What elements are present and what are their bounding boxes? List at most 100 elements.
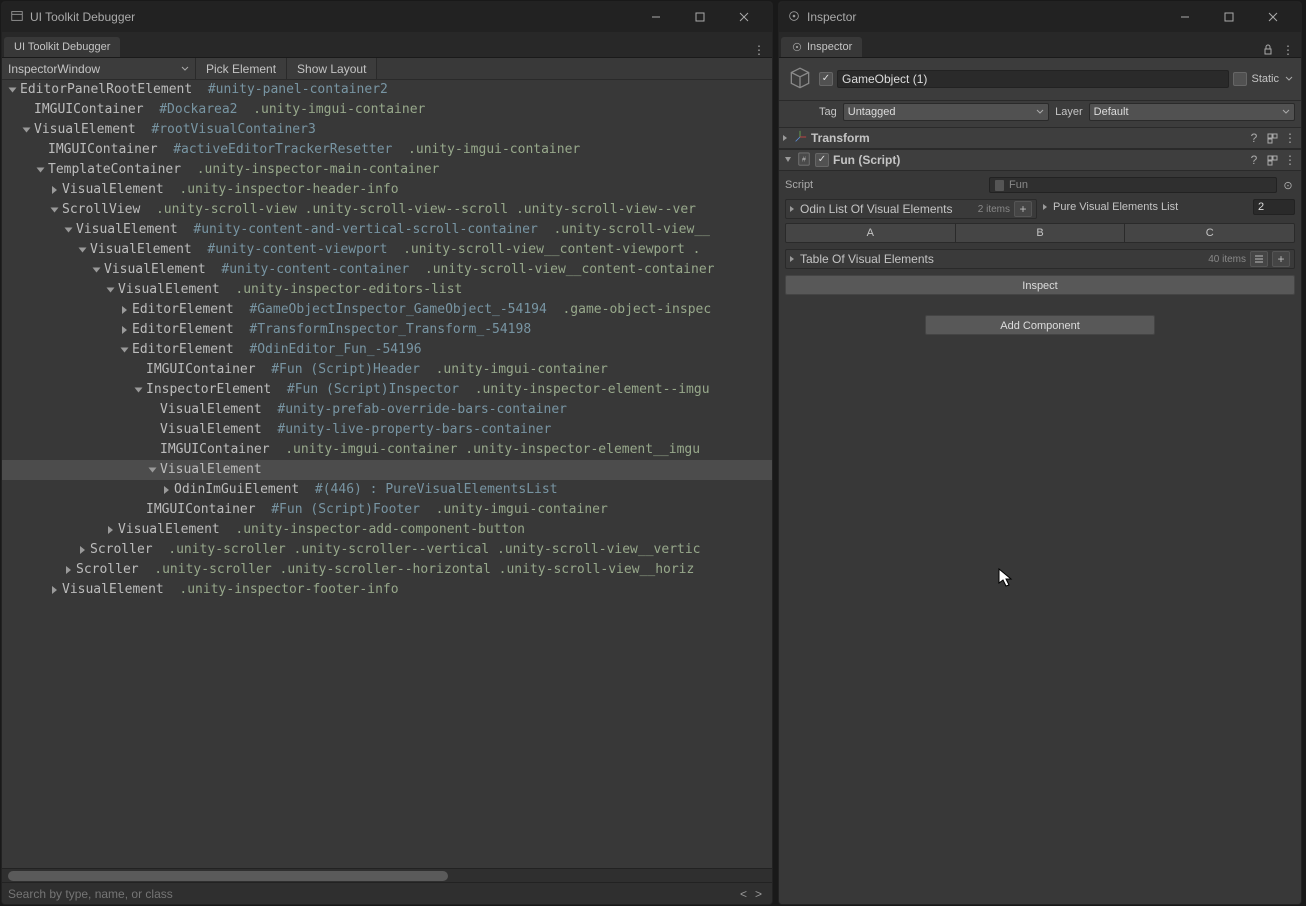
minimize-button[interactable] [636, 5, 676, 29]
add-component-button[interactable]: Add Component [925, 315, 1155, 335]
foldout-icon[interactable] [146, 464, 158, 476]
kebab-menu-icon[interactable]: ⋮ [752, 43, 766, 57]
tab-b[interactable]: B [956, 224, 1126, 242]
search-prev-button[interactable]: < [736, 887, 751, 901]
foldout-icon[interactable] [20, 124, 32, 136]
foldout-icon[interactable] [76, 244, 88, 256]
gameobject-enabled-checkbox[interactable] [819, 72, 833, 86]
gameobject-icon[interactable] [785, 64, 815, 94]
foldout-icon[interactable] [1043, 204, 1047, 210]
pure-list-size-field[interactable] [1253, 199, 1295, 215]
tree-row[interactable]: Scroller .unity-scroller .unity-scroller… [2, 540, 772, 560]
foldout-icon[interactable] [104, 524, 116, 536]
foldout-icon[interactable] [790, 256, 794, 262]
foldout-icon[interactable] [790, 206, 794, 212]
tree-row[interactable]: IMGUIContainer #Fun (Script)Header .unit… [2, 360, 772, 380]
tab-a[interactable]: A [786, 224, 956, 242]
foldout-icon[interactable] [34, 164, 46, 176]
tree-row[interactable]: IMGUIContainer #Fun (Script)Footer .unit… [2, 500, 772, 520]
titlebar[interactable]: Inspector [779, 2, 1301, 32]
layer-dropdown[interactable]: Default [1089, 103, 1295, 121]
tree-row[interactable]: VisualElement #unity-prefab-override-bar… [2, 400, 772, 420]
preset-icon[interactable] [1265, 153, 1279, 167]
tree-row[interactable]: VisualElement #unity-content-viewport .u… [2, 240, 772, 260]
tree-row[interactable]: IMGUIContainer .unity-imgui-container .u… [2, 440, 772, 460]
foldout-icon[interactable] [160, 484, 172, 496]
tree-row[interactable]: ScrollView .unity-scroll-view .unity-scr… [2, 200, 772, 220]
gameobject-name-field[interactable] [837, 70, 1229, 88]
tree-row[interactable]: VisualElement #unity-content-and-vertica… [2, 220, 772, 240]
maximize-button[interactable] [680, 5, 720, 29]
foldout-icon[interactable] [48, 184, 60, 196]
foldout-icon[interactable] [118, 324, 130, 336]
foldout-icon[interactable] [132, 384, 144, 396]
tree-row[interactable]: Scroller .unity-scroller .unity-scroller… [2, 560, 772, 580]
pick-element-button[interactable]: Pick Element [196, 58, 287, 79]
odin-list-header[interactable]: Odin List Of Visual Elements 2 items + [785, 199, 1037, 219]
fun-enabled-checkbox[interactable] [815, 153, 829, 167]
foldout-icon[interactable] [104, 284, 116, 296]
element-tree[interactable]: EditorPanelRootElement #unity-panel-cont… [2, 80, 772, 868]
tree-row[interactable]: EditorElement #TransformInspector_Transf… [2, 320, 772, 340]
script-object-field[interactable]: Fun [989, 177, 1277, 193]
tree-row[interactable]: IMGUIContainer #activeEditorTrackerReset… [2, 140, 772, 160]
tree-row[interactable]: InspectorElement #Fun (Script)Inspector … [2, 380, 772, 400]
tree-row[interactable]: IMGUIContainer #Dockarea2 .unity-imgui-c… [2, 100, 772, 120]
maximize-button[interactable] [1209, 5, 1249, 29]
foldout-icon[interactable] [783, 153, 793, 167]
close-button[interactable] [1253, 5, 1293, 29]
object-picker-icon[interactable]: ⊙ [1281, 178, 1295, 192]
show-layout-button[interactable]: Show Layout [287, 58, 377, 79]
help-icon[interactable]: ? [1247, 153, 1261, 167]
target-window-dropdown[interactable]: InspectorWindow [2, 58, 196, 79]
tree-row[interactable]: VisualElement .unity-inspector-add-compo… [2, 520, 772, 540]
tree-row[interactable]: VisualElement #unity-live-property-bars-… [2, 420, 772, 440]
tree-row[interactable]: VisualElement #unity-content-container .… [2, 260, 772, 280]
foldout-icon[interactable] [90, 264, 102, 276]
titlebar[interactable]: UI Toolkit Debugger [2, 2, 772, 32]
tree-row[interactable]: VisualElement #rootVisualContainer3 [2, 120, 772, 140]
tree-row[interactable]: VisualElement [2, 460, 772, 480]
search-input[interactable] [8, 887, 736, 901]
tab-c[interactable]: C [1125, 224, 1294, 242]
foldout-icon[interactable] [783, 135, 787, 141]
tree-row[interactable]: TemplateContainer .unity-inspector-main-… [2, 160, 772, 180]
foldout-icon[interactable] [118, 304, 130, 316]
minimize-button[interactable] [1165, 5, 1205, 29]
tree-row[interactable]: EditorElement #GameObjectInspector_GameO… [2, 300, 772, 320]
scrollbar-thumb[interactable] [8, 871, 448, 881]
search-next-button[interactable]: > [751, 887, 766, 901]
foldout-icon[interactable] [48, 584, 60, 596]
preset-icon[interactable] [1265, 131, 1279, 145]
add-item-button[interactable]: + [1014, 201, 1032, 217]
tree-row[interactable]: VisualElement .unity-inspector-header-in… [2, 180, 772, 200]
foldout-icon[interactable] [62, 224, 74, 236]
static-checkbox[interactable] [1233, 72, 1247, 86]
tree-row[interactable]: EditorPanelRootElement #unity-panel-cont… [2, 80, 772, 100]
fun-component-header[interactable]: # Fun (Script) ? ⋮ [779, 149, 1301, 171]
foldout-icon[interactable] [118, 344, 130, 356]
tree-row[interactable]: EditorElement #OdinEditor_Fun_-54196 [2, 340, 772, 360]
table-list-header[interactable]: Table Of Visual Elements 40 items + [785, 249, 1295, 269]
list-layout-button[interactable] [1250, 251, 1268, 267]
transform-component-header[interactable]: Transform ? ⋮ [779, 127, 1301, 149]
help-icon[interactable]: ? [1247, 131, 1261, 145]
kebab-menu-icon[interactable]: ⋮ [1281, 43, 1295, 57]
kebab-menu-icon[interactable]: ⋮ [1283, 131, 1297, 145]
kebab-menu-icon[interactable]: ⋮ [1283, 153, 1297, 167]
tree-row[interactable]: VisualElement .unity-inspector-footer-in… [2, 580, 772, 600]
foldout-icon[interactable] [6, 84, 18, 96]
static-dropdown-arrow[interactable] [1283, 72, 1295, 86]
horizontal-scrollbar[interactable] [2, 868, 772, 882]
tree-row[interactable]: VisualElement .unity-inspector-editors-l… [2, 280, 772, 300]
close-button[interactable] [724, 5, 764, 29]
add-item-button[interactable]: + [1272, 251, 1290, 267]
foldout-icon[interactable] [76, 544, 88, 556]
tree-row[interactable]: OdinImGuiElement #(446) : PureVisualElem… [2, 480, 772, 500]
tab-inspector[interactable]: Inspector [781, 37, 862, 57]
foldout-icon[interactable] [48, 204, 60, 216]
tag-dropdown[interactable]: Untagged [843, 103, 1049, 121]
inspect-button[interactable]: Inspect [785, 275, 1295, 295]
foldout-icon[interactable] [62, 564, 74, 576]
lock-icon[interactable] [1261, 43, 1275, 57]
